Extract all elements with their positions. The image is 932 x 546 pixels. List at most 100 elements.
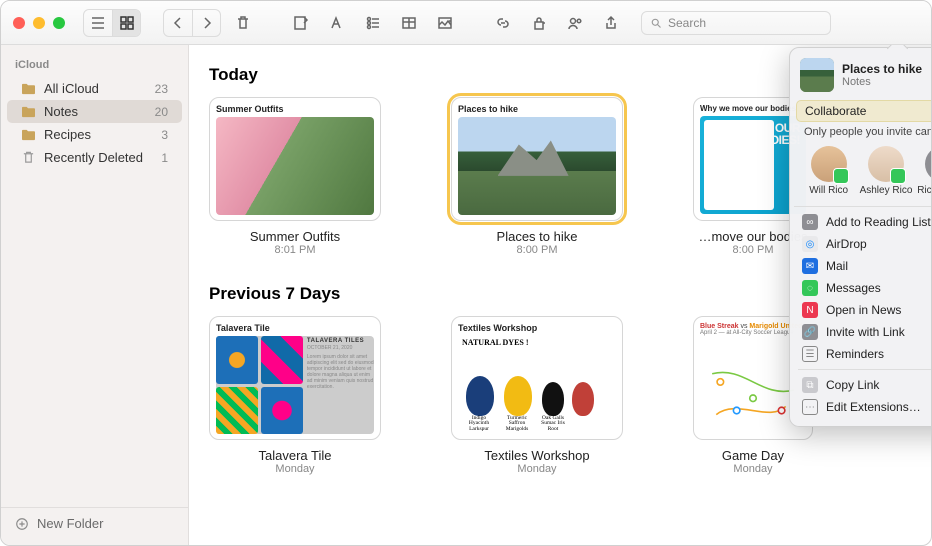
card-title: Game Day xyxy=(693,448,813,463)
news-icon: N xyxy=(802,302,818,318)
new-folder-button[interactable]: New Folder xyxy=(1,507,188,539)
avatar xyxy=(925,146,931,182)
note-card[interactable]: Talavera Tile TALAVERA TILESOCTOBER 21, … xyxy=(209,316,381,475)
share-mode-selector[interactable]: Collaborate ⌃⌄ xyxy=(796,100,931,122)
card-time: Monday xyxy=(209,463,381,475)
airdrop-icon: ◎ xyxy=(802,236,818,252)
glasses-icon: ∞ xyxy=(802,214,818,230)
sidebar-section-label: iCloud xyxy=(1,55,188,77)
thumb-title: Places to hike xyxy=(458,104,616,114)
new-folder-label: New Folder xyxy=(37,516,103,531)
avatar xyxy=(811,146,847,182)
copy-link-icon: ⧉ xyxy=(802,377,818,393)
search-icon xyxy=(650,17,662,29)
checklist-button[interactable] xyxy=(359,10,387,36)
share-permission-label: Only people you invite can edit xyxy=(804,126,931,138)
folder-icon xyxy=(21,128,36,141)
thumb-image xyxy=(458,117,616,215)
card-time: 8:01 PM xyxy=(209,244,381,256)
sidebar-item-label: Recently Deleted xyxy=(44,150,143,165)
mail-icon: ✉ xyxy=(802,258,818,274)
share-action-messages[interactable]: ◌Messages xyxy=(790,277,931,299)
share-edit-extensions[interactable]: ⋯Edit Extensions… xyxy=(790,396,931,418)
share-mode-label: Collaborate xyxy=(805,104,866,118)
share-action-reading-list[interactable]: ∞Add to Reading List xyxy=(790,211,931,233)
view-mode-group xyxy=(83,9,141,37)
share-action-airdrop[interactable]: ◎AirDrop xyxy=(790,233,931,255)
trash-icon xyxy=(21,151,36,164)
thumb-title: Textiles Workshop xyxy=(458,323,616,333)
minimize-window-icon[interactable] xyxy=(33,17,45,29)
content-area: Today Summer Outfits Summer Outfits 8:01… xyxy=(189,45,931,545)
reminders-icon: ☰ xyxy=(802,346,818,362)
close-window-icon[interactable] xyxy=(13,17,25,29)
media-button[interactable] xyxy=(431,10,459,36)
nav-group xyxy=(163,9,221,37)
avatar xyxy=(868,146,904,182)
share-action-reminders[interactable]: ☰Reminders xyxy=(790,343,931,365)
thumb-title: Talavera Tile xyxy=(216,323,374,333)
sidebar-item-label: All iCloud xyxy=(44,81,99,96)
folder-icon xyxy=(21,105,36,118)
note-card[interactable]: Places to hike Places to hike 8:00 PM xyxy=(451,97,623,256)
sidebar-item-recipes[interactable]: Recipes 3 xyxy=(7,123,182,146)
sidebar-item-label: Notes xyxy=(44,104,78,119)
share-person[interactable]: Will Rico xyxy=(802,146,856,196)
lock-button[interactable] xyxy=(525,10,553,36)
search-field[interactable]: Search xyxy=(641,11,831,35)
window-controls xyxy=(13,17,65,29)
thumb-image: NATURAL DYES ! Indigo Hyacinth Larkspur … xyxy=(458,336,616,434)
card-time: Monday xyxy=(451,463,623,475)
card-time: Monday xyxy=(693,463,813,475)
sidebar-item-recently-deleted[interactable]: Recently Deleted 1 xyxy=(7,146,182,169)
share-person[interactable]: Ashley Rico xyxy=(859,146,913,196)
card-title: Textiles Workshop xyxy=(451,448,623,463)
sidebar-item-label: Recipes xyxy=(44,127,91,142)
share-subtitle: Notes xyxy=(842,76,922,88)
share-note-thumb xyxy=(800,58,834,92)
card-title: Talavera Tile xyxy=(209,448,381,463)
fullscreen-window-icon[interactable] xyxy=(53,17,65,29)
format-button[interactable] xyxy=(323,10,351,36)
folder-icon xyxy=(21,82,36,95)
share-action-invite-link[interactable]: 🔗Invite with Link xyxy=(790,321,931,343)
sidebar-item-notes[interactable]: Notes 20 xyxy=(7,100,182,123)
gallery-view-button[interactable] xyxy=(112,10,140,36)
table-button[interactable] xyxy=(395,10,423,36)
titlebar: Search xyxy=(1,1,931,45)
thumb-title: Summer Outfits xyxy=(216,104,374,114)
back-button[interactable] xyxy=(164,10,192,36)
more-icon: ⋯ xyxy=(802,399,818,415)
note-card[interactable]: Textiles Workshop NATURAL DYES ! Indigo … xyxy=(451,316,623,475)
sidebar-item-count: 23 xyxy=(155,82,168,96)
new-note-button[interactable] xyxy=(287,10,315,36)
share-person[interactable]: Rico Family xyxy=(916,146,931,196)
card-time: 8:00 PM xyxy=(451,244,623,256)
card-title: Places to hike xyxy=(451,229,623,244)
plus-circle-icon xyxy=(15,517,29,531)
link-icon: 🔗 xyxy=(802,324,818,340)
delete-button[interactable] xyxy=(229,10,257,36)
notes-window: Search iCloud All iCloud 23 Notes 20 Rec… xyxy=(0,0,932,546)
note-card[interactable]: Summer Outfits Summer Outfits 8:01 PM xyxy=(209,97,381,256)
share-action-news[interactable]: NOpen in News xyxy=(790,299,931,321)
thumb-image xyxy=(216,117,374,215)
messages-icon: ◌ xyxy=(802,280,818,296)
collaborate-button[interactable] xyxy=(561,10,589,36)
person-name: Will Rico xyxy=(802,185,856,196)
share-title: Places to hike xyxy=(842,62,922,76)
sidebar-item-count: 1 xyxy=(161,151,168,165)
link-button[interactable] xyxy=(489,10,517,36)
card-title: Summer Outfits xyxy=(209,229,381,244)
sidebar-item-count: 3 xyxy=(161,128,168,142)
list-view-button[interactable] xyxy=(84,10,112,36)
share-button[interactable] xyxy=(597,10,625,36)
person-name: Rico Family xyxy=(916,185,931,196)
forward-button[interactable] xyxy=(192,10,220,36)
thumb-image: TALAVERA TILESOCTOBER 21, 2020Lorem ipsu… xyxy=(216,336,374,434)
person-name: Ashley Rico xyxy=(859,185,913,196)
sidebar-item-all-icloud[interactable]: All iCloud 23 xyxy=(7,77,182,100)
share-copy-link[interactable]: ⧉Copy Link xyxy=(790,374,931,396)
share-permission-row[interactable]: Only people you invite can edit › xyxy=(790,122,931,146)
share-action-mail[interactable]: ✉Mail xyxy=(790,255,931,277)
